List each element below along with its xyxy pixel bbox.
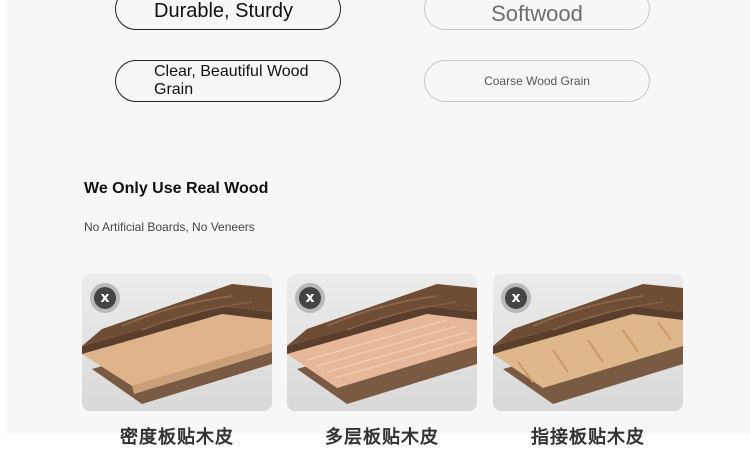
feature-label-coarse-grain: Coarse Wood Grain [484, 74, 590, 88]
x-mark-icon: x [90, 283, 120, 313]
card-caption-mdf: 密度板贴木皮 [120, 427, 234, 447]
x-mark-icon: x [295, 283, 325, 313]
feature-pill-coarse-grain: Coarse Wood Grain [424, 60, 650, 102]
feature-pill-durable: Durable, Sturdy [115, 0, 341, 30]
feature-label-durable: Durable, Sturdy [154, 0, 293, 22]
wood-sample-card-finger-joint: x [493, 274, 683, 411]
wood-sample-card-mdf: x [82, 274, 272, 411]
feature-label-clear-grain: Clear, Beautiful Wood Grain [154, 63, 309, 98]
feature-pill-clear-grain: Clear, Beautiful Wood Grain [115, 60, 341, 102]
wood-sample-card-plywood: x [287, 274, 477, 411]
section-subheading: No Artificial Boards, No Veneers [84, 220, 255, 234]
feature-label-softwood: Softwood [491, 1, 583, 26]
x-mark-glyph: x [505, 287, 527, 309]
x-mark-glyph: x [94, 287, 116, 309]
x-mark-glyph: x [299, 287, 321, 309]
card-caption-finger-joint: 指接板贴木皮 [531, 427, 645, 447]
card-caption-plywood: 多层板贴木皮 [325, 427, 439, 447]
section-heading: We Only Use Real Wood [84, 180, 269, 197]
feature-pill-softwood: Softwood [424, 0, 650, 30]
x-mark-icon: x [501, 283, 531, 313]
